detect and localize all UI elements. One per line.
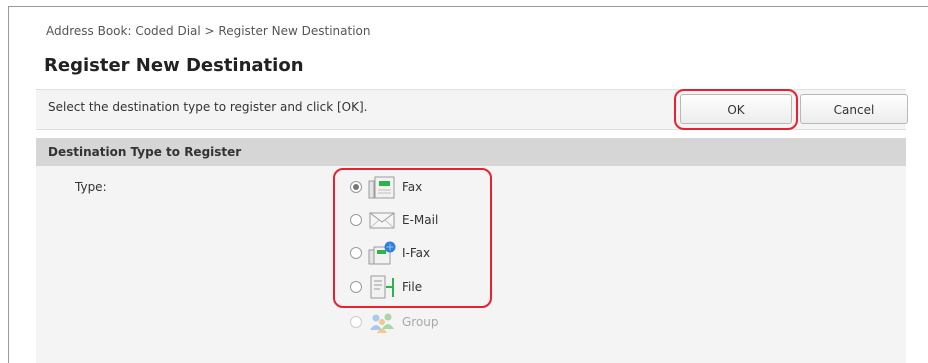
type-option-email[interactable]: E-Mail [350,207,438,233]
file-radio[interactable] [350,281,362,293]
fax-icon [368,175,400,199]
fax-radio[interactable] [350,181,362,193]
ifax-icon [368,241,400,265]
email-radio[interactable] [350,214,362,226]
group-radio [350,316,362,328]
ifax-radio[interactable] [350,247,362,259]
group-label: Group [402,315,439,329]
email-icon [368,208,400,232]
type-option-ifax[interactable]: I-Fax [350,240,430,266]
fax-label: Fax [402,180,423,194]
type-option-fax[interactable]: Fax [350,174,422,200]
ifax-label: I-Fax [402,246,431,260]
instruction-text: Select the destination type to register … [48,100,368,114]
page-title: Register New Destination [44,55,304,76]
file-label: File [402,280,423,294]
breadcrumb: Address Book: Coded Dial > Register New … [46,24,371,38]
type-option-file[interactable]: File [350,274,422,300]
section-title: Destination Type to Register [48,145,242,159]
ok-button[interactable]: OK [680,94,792,124]
email-label: E-Mail [402,213,439,227]
window-top-border [8,6,928,7]
group-icon [368,310,400,334]
section-body [36,166,906,363]
window-left-border [8,6,9,363]
cancel-button[interactable]: Cancel [800,94,908,124]
type-option-group: Group [350,309,439,335]
type-label: Type: [75,180,107,194]
file-icon [368,275,400,299]
